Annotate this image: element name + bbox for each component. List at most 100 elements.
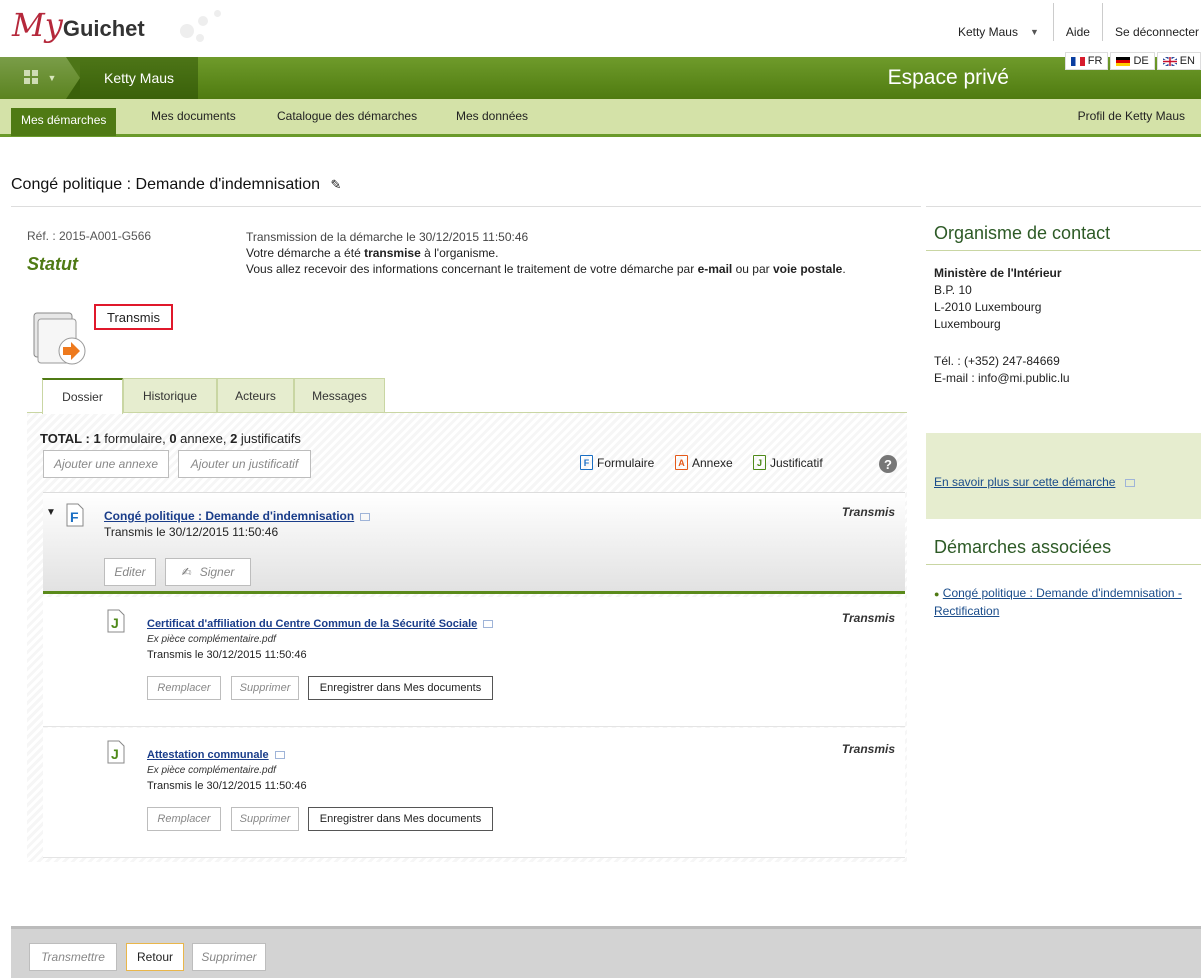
svg-text:F: F [70,509,79,525]
formulaire-icon: F [580,455,593,470]
page-title-text: Congé politique : Demande d'indemnisatio… [11,176,321,193]
justificatif-file: Ex pièce complémentaire.pdf [147,765,276,776]
lang-fr[interactable]: FR [1064,52,1109,70]
logo-my: My [12,6,63,44]
chevron-down-icon: ▼ [47,73,57,83]
nav-mes-demarches[interactable]: Mes démarches [11,108,117,136]
help-link[interactable]: Aide [1054,25,1102,39]
associated-link[interactable]: Congé politique : Demande d'indemnisatio… [934,586,1182,618]
status-badge: Transmis [94,304,173,330]
justificatif-link[interactable]: Certificat d'affiliation du Centre Commu… [147,618,477,630]
justificatif-row: J Certificat d'affiliation du Centre Com… [43,597,905,727]
user-menu: Ketty Maus ▼ Aide Se déconnecter [946,3,1201,42]
info-box: En savoir plus sur cette démarche [926,433,1201,519]
justificatif-doc-icon: J [107,609,125,636]
top-bar: MyGuichet Ketty Maus ▼ Aide Se déconnect… [0,0,1201,56]
grid-icon [23,69,38,87]
logout-link[interactable]: Se déconnecter [1103,25,1201,39]
dossier-tab-content: TOTAL : 1 formulaire, 0 annexe, 2 justif… [27,412,907,862]
replace-button[interactable]: Remplacer [147,807,221,831]
justificatif-icon: J [753,455,766,470]
de-flag-icon [1116,56,1131,66]
dossier-total: TOTAL : 1 formulaire, 0 annexe, 2 justif… [40,431,301,446]
formulaire-status: Transmis [841,505,895,519]
justificatif-row: J Attestation communale Ex pièce complém… [43,728,905,858]
contact-bp: B.P. 10 [934,283,972,297]
formulaire-row: ▼ F Congé politique : Demande d'indemnis… [43,492,905,594]
supprimer-button[interactable]: Supprimer [192,943,266,971]
folder-transmit-icon [32,309,92,365]
contact-panel: Organisme de contact Ministère de l'Inté… [926,206,1201,916]
contact-title: Organisme de contact [926,223,1201,251]
tab-acteurs[interactable]: Acteurs [217,378,294,414]
action-footer: Transmettre Retour Supprimer [11,926,1201,978]
contact-org: Ministère de l'Intérieur [934,266,1062,280]
sign-button[interactable]: ✍ Signer [165,558,251,586]
tab-messages[interactable]: Messages [294,378,385,414]
delete-button[interactable]: Supprimer [231,676,299,700]
justificatif-doc-icon: J [107,740,125,767]
justificatif-date: Transmis le 30/12/2015 11:50:46 [147,649,307,661]
transmission-message: Votre démarche a été transmise à l'organ… [246,246,499,260]
add-annexe-button[interactable]: Ajouter une annexe [43,450,169,478]
sub-navigation: Mes démarches Mes documents Catalogue de… [0,99,1201,137]
open-window-icon[interactable] [360,512,371,521]
logo-guichet: Guichet [62,16,145,41]
page-title: Congé politique : Demande d'indemnisatio… [11,176,341,194]
svg-text:J: J [111,615,119,631]
nav-mes-donnees[interactable]: Mes données [456,109,528,123]
replace-button[interactable]: Remplacer [147,676,221,700]
formulaire-date: Transmis le 30/12/2015 11:50:46 [104,525,279,539]
tab-historique[interactable]: Historique [123,378,217,414]
justificatif-status: Transmis [841,742,895,756]
demarche-panel: Réf. : 2015-A001-G566 Statut Transmissio… [11,206,921,916]
legend-formulaire: F Formulaire [580,455,654,470]
open-window-icon[interactable] [1125,478,1136,487]
help-icon[interactable]: ? [879,455,897,473]
transmettre-button[interactable]: Transmettre [29,943,117,971]
uk-flag-icon [1162,56,1177,66]
formulaire-doc-icon: F [66,503,84,530]
nav-catalogue[interactable]: Catalogue des démarches [277,109,417,123]
chevron-down-icon[interactable]: ▼ [1030,27,1053,37]
nav-profil[interactable]: Profil de Ketty Maus [1078,109,1185,123]
logo[interactable]: MyGuichet [12,6,145,44]
contact-country: Luxembourg [934,317,1001,331]
collapse-arrow-icon[interactable]: ▼ [46,507,56,518]
edit-button[interactable]: Editer [104,558,156,586]
contact-city: L-2010 Luxembourg [934,300,1042,314]
delete-button[interactable]: Supprimer [231,807,299,831]
save-to-documents-button[interactable]: Enregistrer dans Mes documents [308,676,493,700]
justificatif-file: Ex pièce complémentaire.pdf [147,634,276,645]
current-user-chip: Ketty Maus [66,57,198,99]
associated-title: Démarches associées [926,537,1201,565]
fr-flag-icon [1070,56,1085,66]
user-name-menu[interactable]: Ketty Maus [946,25,1030,39]
contact-details: Ministère de l'Intérieur B.P. 10 L-2010 … [926,251,1201,401]
justificatif-link[interactable]: Attestation communale [147,749,269,761]
open-window-icon[interactable] [274,751,285,760]
annexe-icon: A [675,455,688,470]
espace-title: Espace privé [887,66,1009,89]
save-to-documents-button[interactable]: Enregistrer dans Mes documents [308,807,493,831]
justificatif-status: Transmis [841,611,895,625]
language-switcher: FR DE EN [1064,52,1201,70]
dossier-tabs: Dossier Historique Acteurs Messages [42,378,385,414]
tab-dossier[interactable]: Dossier [42,378,123,414]
open-window-icon[interactable] [483,620,494,629]
svg-text:J: J [111,746,119,762]
pencil-icon[interactable]: ✎ [330,177,341,192]
retour-button[interactable]: Retour [126,943,184,971]
legend-annexe: A Annexe [675,455,733,470]
nav-mes-documents[interactable]: Mes documents [151,109,236,123]
add-justificatif-button[interactable]: Ajouter un justificatif [178,450,311,478]
lang-de[interactable]: DE [1110,52,1155,70]
pen-icon: ✍ [181,565,192,579]
transmission-date: Transmission de la démarche le 30/12/201… [246,230,529,244]
formulaire-link[interactable]: Congé politique : Demande d'indemnisatio… [104,509,354,523]
legend-justificatif: J Justificatif [753,455,823,470]
more-info-link[interactable]: En savoir plus sur cette démarche [934,475,1115,489]
contact-email: E-mail : info@mi.public.lu [934,371,1070,385]
lang-en[interactable]: EN [1156,52,1201,70]
statut-heading: Statut [27,254,78,274]
